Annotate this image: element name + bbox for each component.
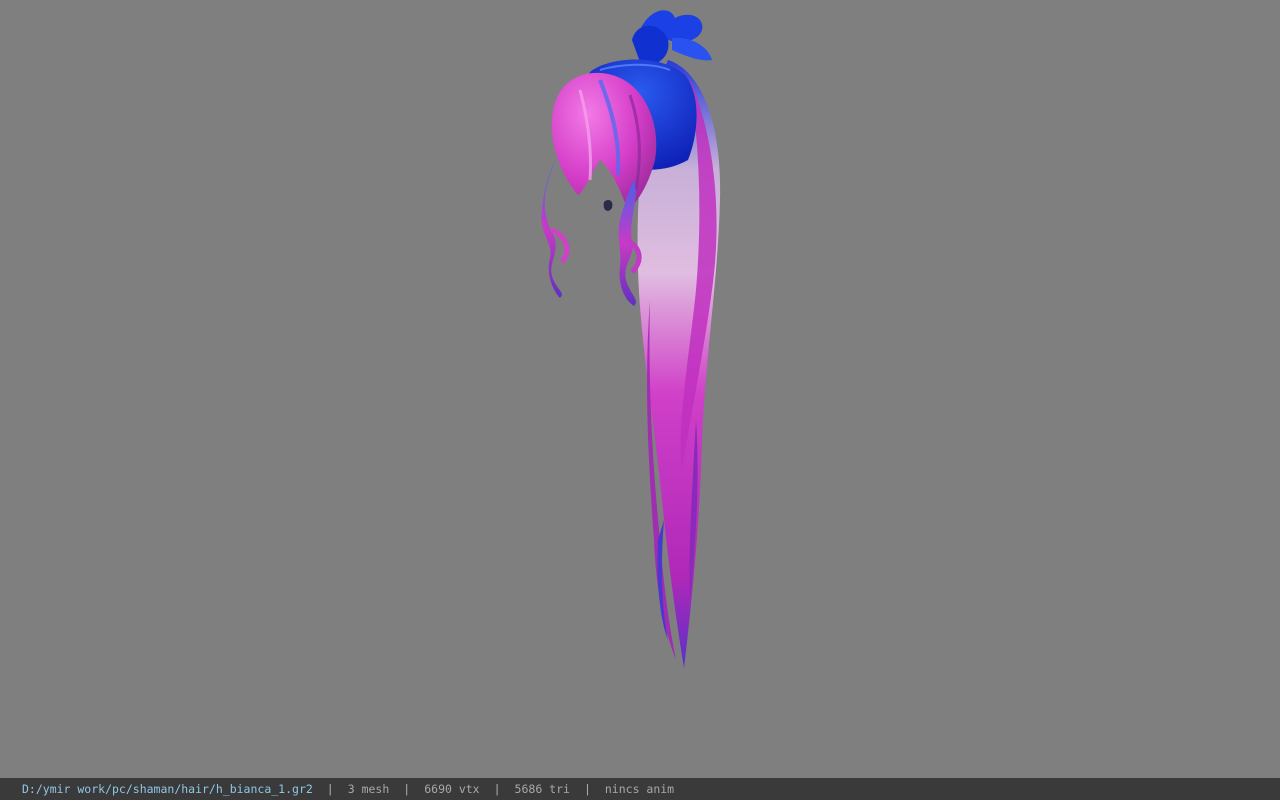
left-curl	[541, 160, 570, 298]
separator: |	[583, 782, 591, 796]
hair-bow	[632, 10, 712, 65]
vertex-count: 6690 vtx	[424, 782, 480, 796]
status-bar: D:/ymir work/pc/shaman/hair/h_bianca_1.g…	[0, 778, 1280, 800]
3d-viewport[interactable]	[0, 0, 1280, 778]
hair-clip	[603, 200, 613, 211]
separator: |	[403, 782, 411, 796]
hair-model[interactable]	[0, 0, 1280, 778]
animation-status: nincs anim	[604, 782, 675, 796]
separator: |	[493, 782, 501, 796]
mesh-count: 3 mesh	[347, 782, 390, 796]
separator: |	[326, 782, 334, 796]
triangle-count: 5686 tri	[514, 782, 570, 796]
file-path: D:/ymir work/pc/shaman/hair/h_bianca_1.g…	[22, 782, 313, 796]
